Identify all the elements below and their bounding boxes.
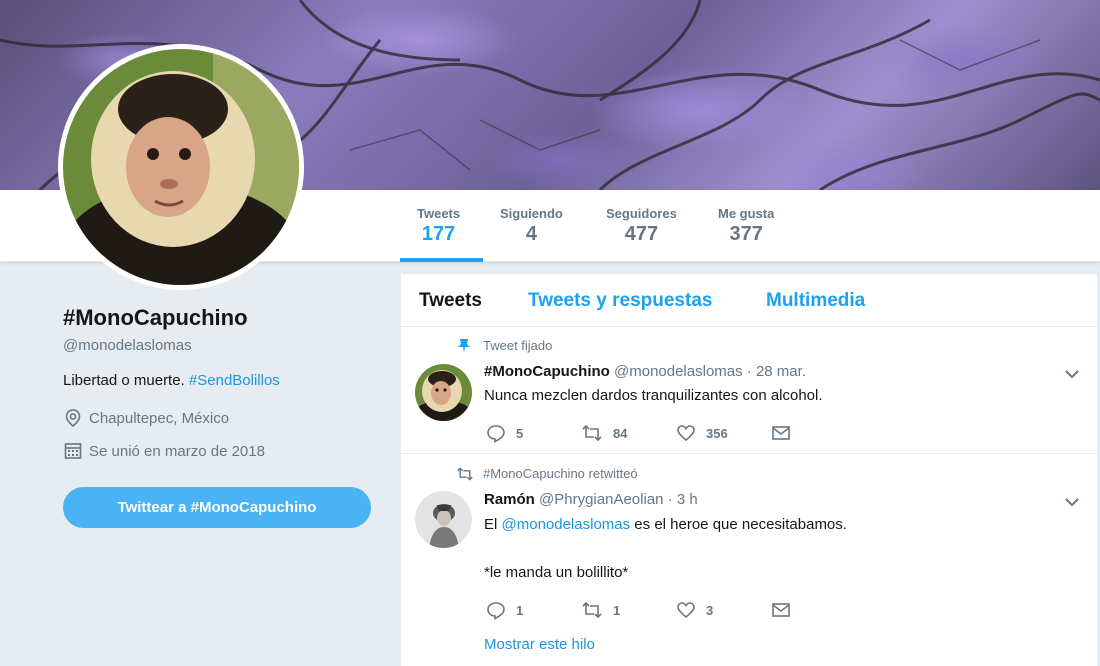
profile-avatar[interactable] xyxy=(58,44,304,290)
calendar-icon xyxy=(64,443,82,459)
tweet-text: Nunca mezclen dardos tranquilizantes con… xyxy=(484,387,823,404)
active-stat-indicator xyxy=(400,258,483,262)
like-button[interactable]: 356 xyxy=(676,423,771,443)
direct-message-button[interactable] xyxy=(771,423,791,443)
reply-count: 5 xyxy=(516,425,524,441)
tab-tweets-and-replies[interactable]: Tweets y respuestas xyxy=(528,290,712,312)
show-thread-link[interactable]: Mostrar este hilo xyxy=(484,636,595,653)
tweet-author-name[interactable]: Ramón xyxy=(484,491,535,508)
capuchin-avatar-image xyxy=(63,49,299,285)
stat-label: Me gusta xyxy=(718,206,775,221)
tweet-author-handle[interactable]: @monodelaslomas xyxy=(614,363,743,380)
tweet-avatar[interactable] xyxy=(415,364,472,421)
stat-value: 177 xyxy=(421,223,456,245)
retweet-icon xyxy=(457,467,473,481)
tweet-author-name[interactable]: #MonoCapuchino xyxy=(484,363,610,380)
tweet-context: Tweet fijado xyxy=(483,338,552,353)
tweet-actions: 5 84 356 xyxy=(486,423,791,443)
profile-name[interactable]: #MonoCapuchino xyxy=(63,305,373,331)
retweet-button[interactable]: 84 xyxy=(581,423,676,443)
reply-icon xyxy=(487,425,505,443)
stat-label: Tweets xyxy=(417,206,461,221)
tweet-actions: 1 1 3 xyxy=(486,600,791,620)
profile-location: Chapultepec, México xyxy=(63,408,373,428)
tweet-header: #MonoCapuchino @monodelaslomas · 28 mar. xyxy=(484,363,806,380)
like-button[interactable]: 3 xyxy=(676,600,771,620)
location-pin-icon xyxy=(65,409,81,428)
stat-following[interactable]: Siguiendo 4 xyxy=(500,206,563,246)
tab-media[interactable]: Multimedia xyxy=(766,290,865,312)
reply-count: 1 xyxy=(516,602,524,618)
user-avatar-image xyxy=(415,491,472,548)
profile-bio: Libertad o muerte. #SendBolillos xyxy=(63,372,373,389)
pinned-label: Tweet fijado xyxy=(483,338,553,353)
timeline: Tweets Tweets y respuestas Multimedia Tw… xyxy=(401,274,1097,666)
envelope-icon xyxy=(772,603,790,617)
envelope-icon xyxy=(772,426,790,440)
tweet-avatar[interactable] xyxy=(415,491,472,548)
retweet-count: 1 xyxy=(613,602,621,618)
capuchin-avatar-image xyxy=(415,364,472,421)
stat-label: Seguidores xyxy=(606,206,677,221)
retweet-icon xyxy=(582,424,602,442)
tweet-header: Ramón @PhrygianAeolian · 3 h xyxy=(484,491,698,508)
stat-likes[interactable]: Me gusta 377 xyxy=(718,206,774,246)
direct-message-button[interactable] xyxy=(771,600,791,620)
pin-icon xyxy=(458,339,470,353)
tweet-context: #MonoCapuchino retwitteó xyxy=(483,466,638,481)
retweet-button[interactable]: 1 xyxy=(581,600,676,620)
like-count: 3 xyxy=(706,602,714,618)
tweet-author-handle[interactable]: @PhrygianAeolian xyxy=(539,491,663,508)
stat-followers[interactable]: Seguidores 477 xyxy=(606,206,677,246)
stat-label: Siguiendo xyxy=(500,206,563,221)
tweet-item[interactable]: Tweet fijado #MonoCapuchino @monodelaslo… xyxy=(401,327,1097,454)
retweet-icon xyxy=(582,601,602,619)
heart-icon xyxy=(677,602,695,619)
like-count: 356 xyxy=(706,425,728,441)
reply-button[interactable]: 1 xyxy=(486,600,581,620)
tweet-text: El @monodelaslomas es el heroe que neces… xyxy=(484,516,847,533)
profile-joined: Se unió en marzo de 2018 xyxy=(63,441,373,461)
tweet-timestamp[interactable]: · 28 mar. xyxy=(747,363,806,380)
stat-value: 477 xyxy=(624,223,659,245)
location-text: Chapultepec, México xyxy=(89,409,230,427)
stat-tweets[interactable]: Tweets 177 xyxy=(417,206,460,246)
stat-value: 377 xyxy=(729,223,763,245)
tweet-timestamp[interactable]: · 3 h xyxy=(668,491,698,508)
heart-icon xyxy=(677,425,695,442)
bio-hashtag-link[interactable]: #SendBolillos xyxy=(189,372,280,389)
chevron-down-icon[interactable] xyxy=(1063,493,1081,511)
tweet-item[interactable]: #MonoCapuchino retwitteó Ramón @Phrygian… xyxy=(401,455,1097,666)
stat-value: 4 xyxy=(525,223,537,245)
chevron-down-icon[interactable] xyxy=(1063,365,1081,383)
profile-handle[interactable]: @monodelaslomas xyxy=(63,337,373,354)
reply-icon xyxy=(487,602,505,620)
mention-link[interactable]: @monodelaslomas xyxy=(502,516,631,533)
bio-text: Libertad o muerte. xyxy=(63,372,189,389)
timeline-tabs: Tweets Tweets y respuestas Multimedia xyxy=(401,274,1097,327)
retweet-count: 84 xyxy=(613,425,628,441)
tweet-text-line: *le manda un bolillito* xyxy=(484,564,629,581)
reply-button[interactable]: 5 xyxy=(486,423,581,443)
tab-tweets[interactable]: Tweets xyxy=(419,290,482,312)
tweet-text-part: El xyxy=(484,516,502,533)
profile-card: #MonoCapuchino @monodelaslomas Libertad … xyxy=(63,305,373,461)
tweet-text-part: es el heroe que necesitabamos. xyxy=(630,516,847,533)
retweeted-by-label[interactable]: #MonoCapuchino retwitteó xyxy=(483,466,638,481)
joined-text: Se unió en marzo de 2018 xyxy=(89,442,265,460)
tweet-to-button[interactable]: Twittear a #MonoCapuchino xyxy=(63,487,371,528)
